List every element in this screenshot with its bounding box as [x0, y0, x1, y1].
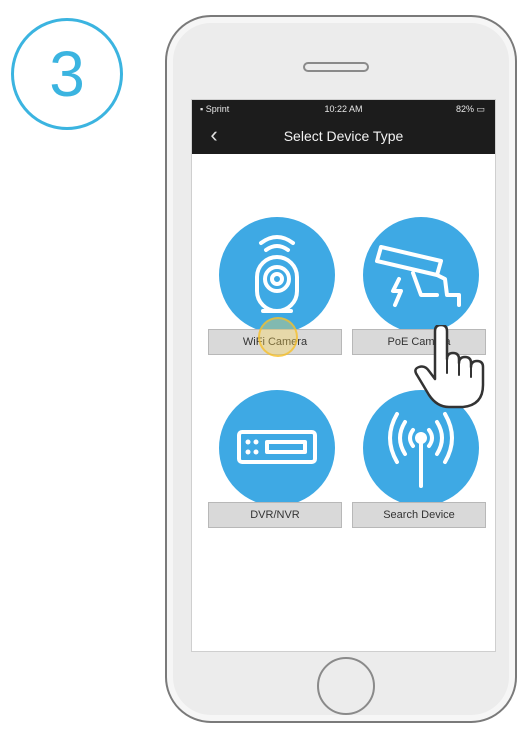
hand-pointer-icon — [414, 325, 485, 409]
page-title: Select Device Type — [283, 128, 404, 144]
battery-status: 82% ▭ — [456, 104, 485, 115]
tap-indicator — [258, 317, 298, 357]
phone-speaker — [303, 62, 369, 72]
wifi-camera-icon — [219, 217, 335, 333]
tile-label: DVR/NVR — [208, 502, 342, 528]
battery-percent: 82% — [455, 104, 474, 114]
dvr-nvr-icon — [219, 390, 335, 506]
step-number: 3 — [49, 38, 85, 110]
status-bar: ▪ Sprint 10:22 AM 82% ▭ — [192, 100, 495, 118]
poe-camera-icon — [363, 217, 479, 333]
step-number-badge: 3 — [11, 18, 123, 130]
tile-dvr-nvr[interactable]: DVR/NVR — [208, 390, 348, 550]
battery-icon: ▭ — [476, 104, 485, 114]
tile-search-device[interactable]: Search Device — [352, 390, 492, 550]
home-button[interactable] — [317, 657, 375, 715]
status-time: 10:22 AM — [324, 104, 363, 114]
tile-label: Search Device — [352, 502, 486, 528]
nav-bar: ‹ Select Device Type — [192, 118, 495, 154]
